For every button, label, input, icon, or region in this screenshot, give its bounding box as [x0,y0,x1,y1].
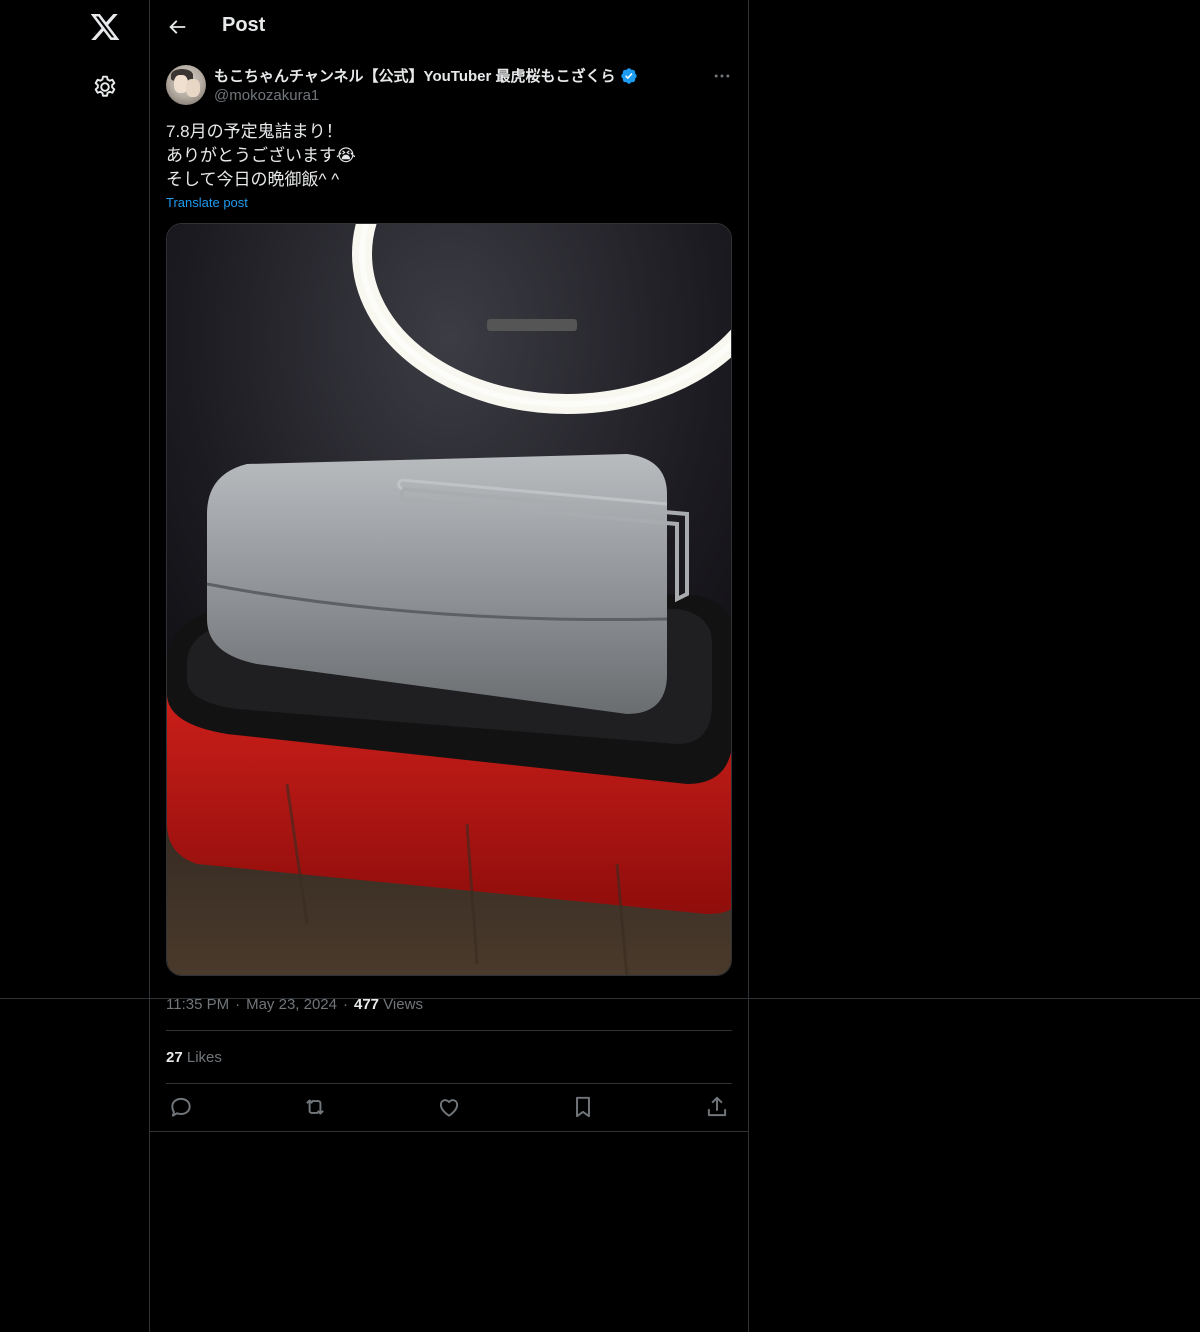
repost-icon[interactable] [302,1094,328,1120]
post-header: Post [150,0,748,53]
more-horizontal-icon[interactable] [712,66,732,86]
likes-stat[interactable]: 27 Likes [166,1049,222,1066]
likes-label: Likes [186,1049,222,1066]
action-bar [166,1094,732,1120]
tweet-text: 7.8月の予定鬼詰まり！ ありがとうございます😭 そして今日の晩御飯^ ^ [166,122,356,189]
horizontal-rule [0,998,1200,999]
reply-icon[interactable] [168,1094,194,1120]
photo-illustration [167,224,731,975]
divider [150,1131,748,1132]
verified-badge-icon [620,67,637,84]
translate-post-link[interactable]: Translate post [166,195,248,210]
arrow-left-icon[interactable] [166,16,188,38]
post-column: Post もこちゃんチャンネル【公式】YouTuber 最虎桜もこざくら @mo… [149,0,749,1332]
divider [166,1083,732,1084]
author-name-row: もこちゃんチャンネル【公式】YouTuber 最虎桜もこざくら [214,65,638,86]
tweet-photo[interactable] [166,223,732,976]
divider [166,1030,732,1031]
likes-count: 27 [166,1049,183,1066]
bookmark-icon[interactable] [570,1094,596,1120]
x-logo-icon[interactable] [89,11,121,43]
gear-icon[interactable] [92,74,118,100]
avatar[interactable] [166,65,206,105]
heart-icon[interactable] [436,1094,462,1120]
page-title: Post [222,14,266,36]
share-icon[interactable] [704,1094,730,1120]
author-display-name[interactable]: もこちゃんチャンネル【公式】YouTuber 最虎桜もこざくら [214,65,616,86]
author-handle[interactable]: @mokozakura1 [214,87,319,104]
left-rail [0,0,150,1332]
